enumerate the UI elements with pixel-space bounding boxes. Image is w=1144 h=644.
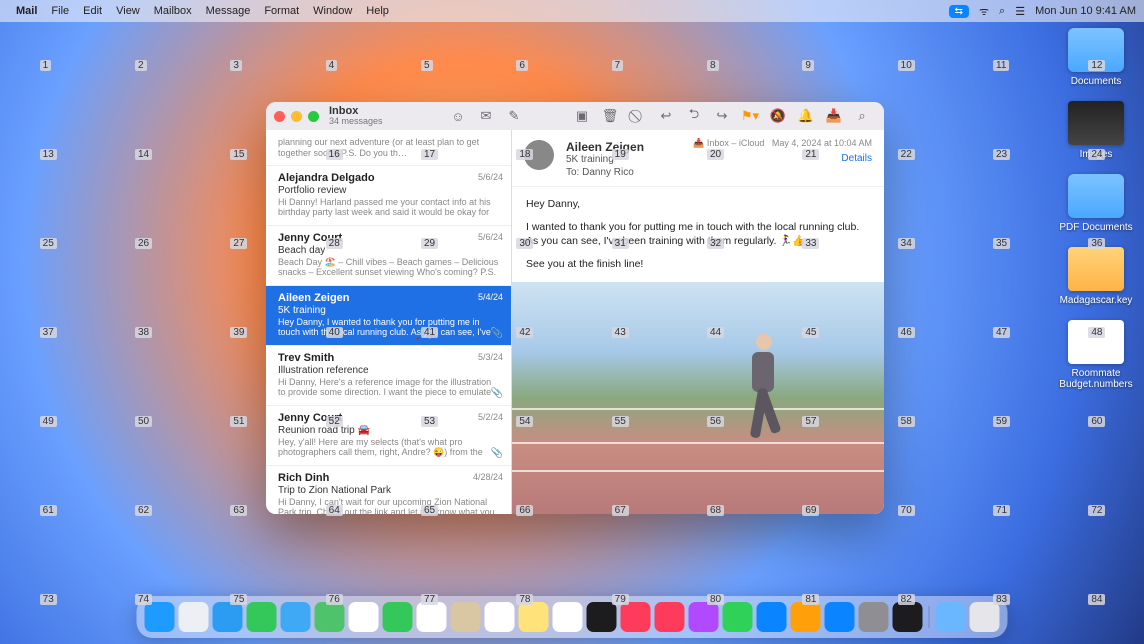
dock-app-calendar[interactable] [417, 602, 447, 632]
sender-avatar[interactable] [524, 140, 554, 170]
message-list-item[interactable]: Rich Dinh4/28/24Trip to Zion National Pa… [266, 466, 511, 514]
window-minimize-button[interactable] [291, 111, 302, 122]
message-list-item[interactable]: Aileen Zeigen5/4/245K trainingHey Danny,… [266, 286, 511, 346]
reader-details-link[interactable]: Details [693, 153, 872, 164]
window-traffic-lights [274, 111, 319, 122]
toolbar-mute-icon[interactable]: 🔕 [768, 106, 788, 126]
attachment-icon: 📎 [491, 448, 503, 459]
dock-app-finder[interactable] [145, 602, 175, 632]
menubar-clock[interactable]: Mon Jun 10 9:41 AM [1035, 5, 1136, 17]
toolbar-compose-icon[interactable]: ✎ [504, 106, 524, 126]
dock [137, 596, 1008, 638]
toolbar-junk-icon[interactable]: ⃠ [628, 106, 648, 126]
control-center-icon[interactable]: ⇆ [949, 5, 969, 18]
spotlight-icon[interactable]: ⌕ [999, 5, 1005, 18]
reader-to: To: Danny Rico [566, 167, 870, 178]
menu-view[interactable]: View [116, 5, 140, 17]
dock-app-news[interactable] [655, 602, 685, 632]
control-center-menu-icon[interactable]: ☰ [1015, 5, 1025, 18]
message-list-item[interactable]: Jenny Court5/6/24Beach dayBeach Day 🏖️ –… [266, 226, 511, 286]
dock-app-numbers[interactable] [723, 602, 753, 632]
reader-paragraph: See you at the finish line! [526, 257, 870, 272]
dock-app-tv[interactable] [587, 602, 617, 632]
dock-downloads[interactable] [936, 602, 966, 632]
mail-window: Inbox 34 messages ☺ ✉ ✎ ▣ 🗑 ⃠ ↩ ⮌ ↪ ⚑▾ 🔕… [266, 102, 884, 514]
menu-help[interactable]: Help [366, 5, 389, 17]
dock-app-messages[interactable] [247, 602, 277, 632]
dock-app-settings[interactable] [859, 602, 889, 632]
message-list-item[interactable]: Trev Smith5/3/24Illustration referenceHi… [266, 346, 511, 406]
toolbar-notify-icon[interactable]: 🔔 [796, 106, 816, 126]
toolbar-envelope-icon[interactable]: ✉ [476, 106, 496, 126]
dock-app-pages[interactable] [791, 602, 821, 632]
menubar: Mail File Edit View Mailbox Message Form… [0, 0, 1144, 22]
menu-format[interactable]: Format [264, 5, 299, 17]
dock-app-podcasts[interactable] [689, 602, 719, 632]
menu-message[interactable]: Message [206, 5, 251, 17]
reader-paragraph: I wanted to thank you for putting me in … [526, 220, 870, 249]
reader-attachment-image[interactable] [512, 282, 884, 514]
wifi-icon[interactable]: ᯤ [979, 4, 989, 19]
app-menu[interactable]: Mail [16, 5, 37, 17]
runner-figure [734, 322, 794, 452]
dock-app-keynote[interactable] [757, 602, 787, 632]
toolbar-reply-all-icon[interactable]: ⮌ [684, 106, 704, 126]
message-list-item[interactable]: Alejandra Delgado5/6/24Portfolio reviewH… [266, 166, 511, 226]
reader-date: May 4, 2024 at 10:04 AM [772, 138, 872, 148]
toolbar-trash-icon[interactable]: 🗑 [600, 106, 620, 126]
toolbar-forward-icon[interactable]: ↪ [712, 106, 732, 126]
toolbar-flag-icon[interactable]: ⚑▾ [740, 106, 760, 126]
dock-app-maps[interactable] [315, 602, 345, 632]
window-close-button[interactable] [274, 111, 285, 122]
dock-app-reminders[interactable] [485, 602, 515, 632]
desktop-icon-images[interactable]: Images [1056, 101, 1136, 160]
menu-file[interactable]: File [51, 5, 69, 17]
desktop-icon-madagascar-key[interactable]: Madagascar.key [1056, 247, 1136, 306]
dock-app-freeform[interactable] [553, 602, 583, 632]
toolbar-move-icon[interactable]: 📥 [824, 106, 844, 126]
dock-app-notes[interactable] [519, 602, 549, 632]
dock-app-photos[interactable] [349, 602, 379, 632]
attachment-icon: 📎 [491, 328, 503, 339]
reader-greeting: Hey Danny, [526, 197, 870, 212]
reader-header: Aileen Zeigen 5K training To: Danny Rico… [512, 130, 884, 187]
toolbar-reply-icon[interactable]: ↩ [656, 106, 676, 126]
message-list-item[interactable]: planning our next adventure (or at least… [266, 130, 511, 166]
dock-app-facetime[interactable] [383, 602, 413, 632]
dock-app-music[interactable] [621, 602, 651, 632]
dock-app-safari[interactable] [213, 602, 243, 632]
menu-edit[interactable]: Edit [83, 5, 102, 17]
toolbar-archive-icon[interactable]: ▣ [572, 106, 592, 126]
desktop-icon-documents[interactable]: Documents [1056, 28, 1136, 87]
reader-mailbox: 📥 Inbox – iCloud [693, 138, 764, 148]
message-reader: Aileen Zeigen 5K training To: Danny Rico… [512, 130, 884, 514]
message-list-item[interactable]: Jenny Court5/2/24Reunion road trip 🚘Hey,… [266, 406, 511, 466]
attachment-icon: 📎 [491, 388, 503, 399]
menu-mailbox[interactable]: Mailbox [154, 5, 192, 17]
desktop-icons: Documents Images PDF Documents Madagascar.k… [1056, 28, 1136, 404]
desktop-icon-roommate-budget-numbers[interactable]: Roommate Budget.numbers [1056, 320, 1136, 390]
toolbar-search-icon[interactable]: ⌕ [852, 106, 872, 126]
mail-subtitle: 34 messages [329, 117, 383, 126]
toolbar-filter-icon[interactable]: ☺ [448, 106, 468, 126]
desktop-icon-pdf-documents[interactable]: PDF Documents [1056, 174, 1136, 233]
dock-app-iphone-mirroring[interactable] [893, 602, 923, 632]
dock-app-appstore[interactable] [825, 602, 855, 632]
window-zoom-button[interactable] [308, 111, 319, 122]
dock-separator [929, 606, 930, 628]
dock-trash[interactable] [970, 602, 1000, 632]
dock-app-contacts[interactable] [451, 602, 481, 632]
dock-app-mail[interactable] [281, 602, 311, 632]
dock-app-launchpad[interactable] [179, 602, 209, 632]
reader-body: Hey Danny, I wanted to thank you for put… [512, 187, 884, 282]
mail-titlebar[interactable]: Inbox 34 messages ☺ ✉ ✎ ▣ 🗑 ⃠ ↩ ⮌ ↪ ⚑▾ 🔕… [266, 102, 884, 130]
message-list[interactable]: planning our next adventure (or at least… [266, 130, 512, 514]
menu-window[interactable]: Window [313, 5, 352, 17]
